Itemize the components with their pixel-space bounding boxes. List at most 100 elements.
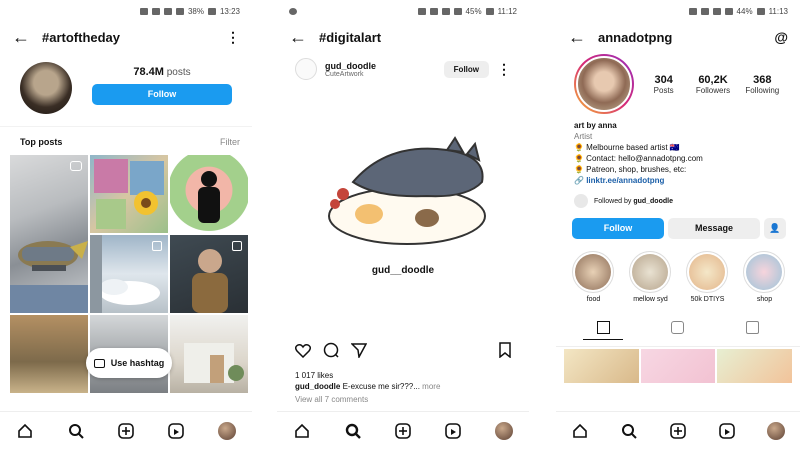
share-icon[interactable]	[350, 342, 368, 363]
highlight-item[interactable]: mellow syd	[629, 251, 672, 303]
search-icon[interactable]	[343, 421, 363, 441]
followed-by[interactable]: Followed by gud_doodle	[556, 190, 800, 212]
home-icon[interactable]	[292, 421, 312, 441]
status-time: 11:13	[768, 6, 788, 16]
status-time: 11:12	[497, 6, 517, 16]
top-bar: ← #artoftheday ⋮	[0, 22, 252, 52]
grid-post[interactable]	[564, 349, 639, 383]
posts-count: 78.4M posts	[133, 65, 191, 78]
use-hashtag-label: Use hashtag	[110, 358, 165, 368]
profile-screen: 44% 11:13 ← annadotpng @ 304 Posts 60,2K F…	[556, 0, 800, 449]
tab-grid[interactable]	[583, 321, 624, 340]
threads-icon[interactable]: @	[774, 29, 788, 45]
caption-more-link[interactable]: more	[422, 382, 440, 391]
follow-button[interactable]: Follow	[92, 83, 232, 105]
use-hashtag-button[interactable]: Use hashtag	[86, 348, 172, 378]
house-illustration	[184, 343, 244, 383]
post-actions	[277, 334, 529, 371]
profile-avatar-icon[interactable]	[494, 421, 514, 441]
hashtag-screen-artoftheday: 38% 13:23 ← #artoftheday ⋮ 78.4M posts F…	[0, 0, 252, 449]
create-icon[interactable]	[393, 421, 413, 441]
spaceship-illustration	[10, 241, 88, 313]
image-signature: gud__doodle	[372, 265, 435, 276]
post-author-avatar[interactable]	[295, 58, 317, 80]
top-bar: ← annadotpng @	[556, 22, 800, 52]
flower-tiles-illustration	[94, 159, 164, 229]
follow-button[interactable]: Follow	[572, 218, 664, 239]
stat-followers[interactable]: 60,2K Followers	[693, 74, 732, 95]
profile-avatar-icon[interactable]	[217, 421, 237, 441]
profile-header: 304 Posts 60,2K Followers 368 Following	[556, 52, 800, 116]
tab-tagged[interactable]	[733, 321, 773, 340]
status-bar: 45% 11:12	[277, 0, 529, 22]
comment-icon[interactable]	[323, 342, 339, 363]
profile-avatar[interactable]	[574, 54, 634, 114]
bookmark-icon[interactable]	[499, 342, 511, 363]
grid-icon	[596, 321, 610, 334]
likes-count[interactable]: 1 017 likes	[277, 371, 529, 380]
reels-icon[interactable]	[166, 421, 186, 441]
grid-post[interactable]	[170, 315, 248, 393]
highlight-item[interactable]: 50k DTIYS	[686, 251, 729, 303]
grid-post[interactable]	[640, 349, 716, 383]
grid-post[interactable]	[717, 349, 792, 383]
highlight-item[interactable]: food	[572, 251, 615, 303]
more-options-icon[interactable]: ⋮	[226, 29, 240, 46]
view-comments-link[interactable]: View all 7 comments	[277, 393, 529, 406]
figure-illustration	[198, 171, 220, 223]
grid-post[interactable]	[170, 155, 248, 233]
reels-icon[interactable]	[443, 421, 463, 441]
stat-posts[interactable]: 304 Posts	[644, 74, 683, 95]
profile-avatar-icon[interactable]	[766, 421, 786, 441]
multi-post-icon	[152, 241, 162, 251]
home-icon[interactable]	[570, 421, 590, 441]
wifi-icon	[163, 7, 172, 15]
bio-line: 🌻 Melbourne based artist 🇦🇺	[574, 143, 680, 152]
tab-reels[interactable]	[658, 321, 698, 340]
back-arrow-icon[interactable]: ←	[289, 28, 307, 46]
signal-icon	[453, 7, 462, 15]
profile-actions: Follow Message 👤	[556, 212, 800, 239]
highlight-item[interactable]: shop	[743, 251, 786, 303]
more-options-icon[interactable]: ⋮	[497, 61, 511, 78]
post-image[interactable]: gud__doodle	[277, 86, 529, 334]
hashtag-screen-digitalart: 45% 11:12 ← #digitalart gud_doodle CuteA…	[277, 0, 529, 449]
mutual-avatar	[574, 194, 588, 208]
filter-button[interactable]: Filter	[220, 137, 240, 147]
back-arrow-icon[interactable]: ←	[568, 28, 586, 46]
grid-post[interactable]	[10, 155, 88, 313]
create-icon[interactable]	[668, 421, 688, 441]
profile-username: annadotpng	[598, 29, 673, 45]
battery-icon	[756, 7, 765, 15]
follow-button[interactable]: Follow	[443, 60, 489, 78]
battery-percent: 38%	[187, 6, 204, 16]
grid-post[interactable]	[90, 235, 168, 313]
search-icon[interactable]	[619, 421, 639, 441]
caption-username[interactable]: gud_doodle	[295, 382, 340, 391]
search-icon[interactable]	[66, 421, 86, 441]
message-button[interactable]: Message	[668, 218, 760, 239]
grid-post[interactable]	[170, 235, 248, 313]
wifi-icon	[712, 7, 721, 15]
post-username[interactable]: gud_doodle	[325, 61, 436, 71]
add-user-icon[interactable]: 👤	[764, 218, 786, 239]
tagged-icon	[746, 321, 760, 334]
reels-icon[interactable]	[717, 421, 737, 441]
back-arrow-icon[interactable]: ←	[12, 28, 30, 46]
story-highlights: food mellow syd 50k DTIYS shop	[556, 239, 800, 303]
link-icon: 🔗	[574, 176, 584, 185]
create-icon[interactable]	[116, 421, 136, 441]
grid-post[interactable]	[10, 315, 88, 393]
bio-line: 🌻 Patreon, shop, brushes, etc:	[574, 165, 687, 174]
bottom-nav	[556, 411, 800, 449]
battery-percent: 45%	[465, 6, 482, 16]
stat-following[interactable]: 368 Following	[743, 74, 782, 95]
profile-tabs	[556, 303, 800, 347]
grid-post[interactable]	[90, 155, 168, 233]
multi-post-icon	[232, 241, 242, 251]
bio-link[interactable]: 🔗 linktr.ee/annadotpng	[574, 175, 782, 186]
home-icon[interactable]	[15, 421, 35, 441]
page-title: #digitalart	[319, 29, 382, 45]
signal-icon	[175, 7, 184, 15]
like-heart-icon[interactable]	[294, 343, 312, 363]
